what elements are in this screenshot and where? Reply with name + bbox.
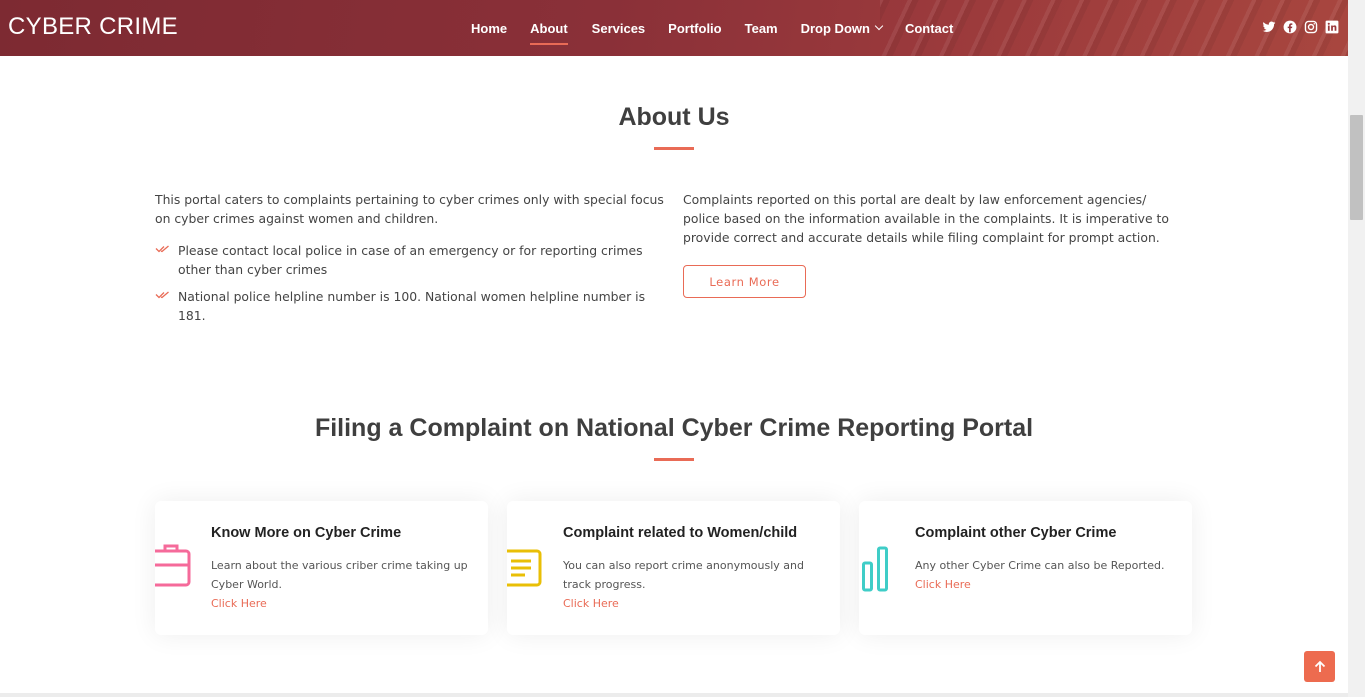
card-title: Complaint other Cyber Crime [915,525,1117,541]
card-text: You can also report crime anonymously an… [563,556,825,613]
click-here-link[interactable]: Click Here [563,594,825,613]
instagram-icon[interactable] [1304,20,1318,34]
nav-team[interactable]: Team [745,21,778,36]
twitter-icon[interactable] [1262,20,1276,34]
about-right-column: Complaints reported on this portal are d… [683,190,1183,247]
main-nav: Home About Services Portfolio Team Drop … [471,0,953,56]
nav-home[interactable]: Home [471,21,507,36]
click-here-link[interactable]: Click Here [915,575,1177,594]
social-links [1262,20,1339,34]
back-to-top-button[interactable] [1304,651,1335,682]
arrow-up-icon [1314,660,1325,672]
nav-portfolio[interactable]: Portfolio [668,21,721,36]
about-bullet-list: Please contact local police in case of a… [155,241,665,325]
chevron-down-icon [874,21,884,31]
page-scrollbar[interactable] [1348,0,1365,697]
bar-chart-icon [859,543,895,597]
linkedin-icon[interactable] [1325,20,1339,34]
about-title: About Us [618,103,730,131]
briefcase-icon [145,543,191,595]
about-complaint-text: Complaints reported on this portal are d… [683,192,1169,245]
double-check-icon [155,245,169,253]
card-text: Any other Cyber Crime can also be Report… [915,556,1177,594]
card-description: Learn about the various criber crime tak… [211,559,468,591]
bottom-edge [0,693,1348,697]
filing-title: Filing a Complaint on National Cyber Cri… [314,414,1034,442]
site-header: CYBER CRIME Home About Services Portfoli… [0,0,1348,56]
card-women-child[interactable]: Complaint related to Women/child You can… [497,501,840,635]
nav-dropdown-label: Drop Down [800,20,870,36]
nav-dropdown[interactable]: Drop Down [800,20,884,36]
about-intro-text: This portal caters to complaints pertain… [155,192,664,226]
card-description: You can also report crime anonymously an… [563,559,804,591]
card-description: Any other Cyber Crime can also be Report… [915,559,1165,572]
card-text: Learn about the various criber crime tak… [211,556,473,613]
bullet-helpline-text: National police helpline number is 100. … [178,289,646,323]
double-check-icon [155,291,169,299]
card-title: Know More on Cyber Crime [211,525,402,541]
bullet-emergency-text: Please contact local police in case of a… [178,243,643,277]
nav-about[interactable]: About [530,21,568,45]
card-title: Complaint related to Women/child [563,525,798,541]
facebook-icon[interactable] [1283,20,1297,34]
about-title-underline [654,147,694,150]
click-here-link[interactable]: Click Here [211,594,473,613]
scrollbar-thumb[interactable] [1350,115,1363,220]
filing-title-underline [654,458,694,461]
site-logo[interactable]: CYBER CRIME [8,13,178,41]
list-item: National police helpline number is 100. … [155,287,665,325]
card-other-crime[interactable]: Complaint other Cyber Crime Any other Cy… [859,501,1192,635]
nav-contact[interactable]: Contact [905,21,953,36]
list-item: Please contact local police in case of a… [155,241,665,279]
learn-more-button[interactable]: Learn More [683,265,806,298]
about-left-column: This portal caters to complaints pertain… [155,190,665,333]
card-know-more[interactable]: Know More on Cyber Crime Learn about the… [145,501,488,635]
list-icon [497,543,543,595]
nav-services[interactable]: Services [592,21,646,36]
